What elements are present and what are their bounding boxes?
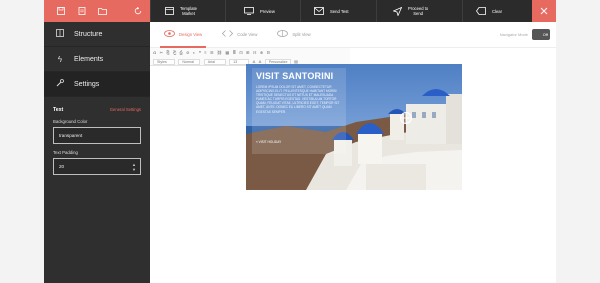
eraser-icon bbox=[476, 6, 486, 16]
tab-label: Code View bbox=[237, 32, 258, 37]
page-margin-left bbox=[0, 0, 44, 283]
sidebar-item-settings[interactable]: Settings bbox=[44, 72, 150, 97]
email-builder-app: Template Market Preview Send Test Procee… bbox=[44, 0, 556, 283]
toolbar-divider bbox=[462, 0, 463, 22]
layout-icon bbox=[54, 29, 66, 39]
send-icon bbox=[392, 6, 402, 16]
monitor-icon bbox=[244, 6, 254, 16]
editor-tool-icon[interactable]: ≡ bbox=[204, 50, 206, 55]
sidebar-item-structure[interactable]: Structure bbox=[44, 22, 150, 47]
editor-tool-icon[interactable]: ⎙ bbox=[180, 50, 183, 55]
page-margin-right bbox=[556, 0, 600, 283]
editor-tool-icon[interactable]: ⎘ bbox=[166, 50, 169, 55]
sidebar-item-elements[interactable]: ϟ Elements bbox=[44, 47, 150, 72]
editor-tool-icon[interactable]: ⊟ bbox=[267, 50, 270, 55]
editor-tool-icon[interactable]: ⎌ bbox=[153, 50, 156, 55]
view-mode-bar: Design View Code View Split View Navigat… bbox=[150, 22, 556, 48]
rich-text-toolbar-row: ⎌ ✂ ⎘ ⎗ ⎙ ⊘ ◐ ❝ ≡ ☰ ⛓ ▦ ≣ ⊡ ⊞ ☷ ⊕ ⊟ bbox=[150, 48, 350, 57]
clear-button[interactable]: Clear bbox=[476, 0, 502, 22]
editor-tool-icon[interactable]: ❝ bbox=[199, 50, 201, 55]
editor-tool-icon[interactable]: ▦ bbox=[225, 50, 229, 55]
editor-tool-icon[interactable]: ⊞ bbox=[246, 50, 249, 55]
editor-tool-icon[interactable]: ⛓ bbox=[217, 50, 222, 55]
hero-title[interactable]: VISIT SANTORINI bbox=[256, 71, 333, 81]
tab-split-view[interactable]: Split View bbox=[271, 22, 316, 48]
template-market-label-2: Market bbox=[182, 11, 195, 16]
file-actions bbox=[44, 0, 150, 22]
editor-tool-icon[interactable]: ⊡ bbox=[239, 50, 242, 55]
editor-tool-icon[interactable]: ☷ bbox=[253, 50, 257, 55]
background-color-input[interactable]: transparent bbox=[53, 127, 141, 144]
sidebar-item-label: Structure bbox=[74, 30, 103, 38]
tab-code-view[interactable]: Code View bbox=[216, 22, 263, 48]
sidebar: Structure ϟ Elements Settings Text Gener… bbox=[44, 22, 150, 283]
canvas-area: Design View Code View Split View Navigat… bbox=[150, 22, 556, 283]
text-padding-label: Text Padding bbox=[53, 150, 78, 155]
document-icon[interactable] bbox=[71, 0, 92, 22]
proceed-label-2: Send bbox=[413, 11, 424, 16]
text-padding-stepper[interactable]: 20 ▲ ▼ bbox=[53, 158, 141, 175]
toolbar-divider bbox=[150, 0, 151, 22]
clear-label: Clear bbox=[492, 8, 503, 14]
editor-tool-icon[interactable]: ⊕ bbox=[260, 50, 263, 55]
navigator-mode: Navigator Mode Off bbox=[500, 29, 550, 40]
editor-tool-icon[interactable]: ☰ bbox=[210, 50, 214, 55]
tab-label: Design View bbox=[179, 32, 203, 37]
close-icon[interactable] bbox=[532, 0, 556, 22]
hero-image-block[interactable]: VISIT SANTORINI LOREM IPSUM DOLOR SIT AM… bbox=[246, 64, 462, 190]
toggle-value: Off bbox=[542, 32, 548, 37]
tab-label: Split View bbox=[292, 32, 311, 37]
mail-icon bbox=[314, 6, 324, 16]
move-handle-icon[interactable] bbox=[399, 111, 413, 125]
settings-panel: Text General Settings Background Color t… bbox=[44, 97, 150, 175]
template-market-button[interactable]: Template Market bbox=[164, 0, 197, 22]
send-test-button[interactable]: Send Test bbox=[314, 0, 349, 22]
background-color-value: transparent bbox=[59, 133, 83, 138]
preview-label: Preview bbox=[260, 8, 275, 14]
toolbar-divider bbox=[376, 0, 377, 22]
panel-title: Text bbox=[53, 107, 64, 113]
editor-tool-icon[interactable]: ◐ bbox=[193, 50, 195, 55]
hero-link[interactable]: » VISIT HOLIDAY bbox=[256, 140, 281, 144]
eye-icon bbox=[164, 30, 175, 39]
save-icon[interactable] bbox=[50, 0, 71, 22]
top-toolbar: Template Market Preview Send Test Procee… bbox=[44, 0, 556, 22]
code-icon bbox=[222, 30, 234, 39]
panel-header: Text General Settings bbox=[53, 107, 141, 113]
send-test-label: Send Test bbox=[330, 8, 349, 14]
preview-button[interactable]: Preview bbox=[244, 0, 275, 22]
split-eye-icon bbox=[277, 30, 289, 39]
toolbar-divider bbox=[300, 0, 301, 22]
tab-design-view[interactable]: Design View bbox=[158, 22, 208, 48]
editor-tool-icon[interactable]: ⎗ bbox=[173, 50, 176, 55]
font-select[interactable]: Arial bbox=[203, 58, 226, 65]
navigator-mode-label: Navigator Mode bbox=[499, 32, 528, 37]
navigator-mode-toggle[interactable]: Off bbox=[532, 29, 550, 40]
sidebar-item-label: Elements bbox=[74, 55, 104, 63]
text-padding-value: 20 bbox=[59, 164, 65, 169]
general-settings-link[interactable]: General Settings bbox=[110, 107, 141, 112]
editor-tool-icon[interactable]: ≣ bbox=[233, 50, 236, 55]
background-color-label: Background Color bbox=[53, 119, 88, 124]
wrench-icon bbox=[54, 79, 66, 89]
hero-body-text[interactable]: LOREM IPSUM DOLOR SIT AMET, CONSECTETUR … bbox=[256, 85, 344, 114]
sidebar-item-label: Settings bbox=[74, 80, 100, 88]
proceed-to-send-button[interactable]: Proceed to Send bbox=[392, 0, 428, 22]
format-select[interactable]: Normal bbox=[178, 58, 201, 65]
lightning-icon: ϟ bbox=[57, 54, 63, 64]
folder-icon[interactable] bbox=[92, 0, 113, 22]
styles-select[interactable]: Styles bbox=[153, 58, 175, 65]
toolbar-divider bbox=[225, 0, 226, 22]
editor-tool-icon[interactable]: ⊘ bbox=[186, 50, 189, 55]
editor-tool-icon[interactable]: ✂ bbox=[160, 50, 163, 55]
undo-icon[interactable] bbox=[127, 0, 148, 22]
stepper-arrows-icon[interactable]: ▲ ▼ bbox=[132, 162, 136, 172]
template-market-icon bbox=[164, 6, 174, 16]
